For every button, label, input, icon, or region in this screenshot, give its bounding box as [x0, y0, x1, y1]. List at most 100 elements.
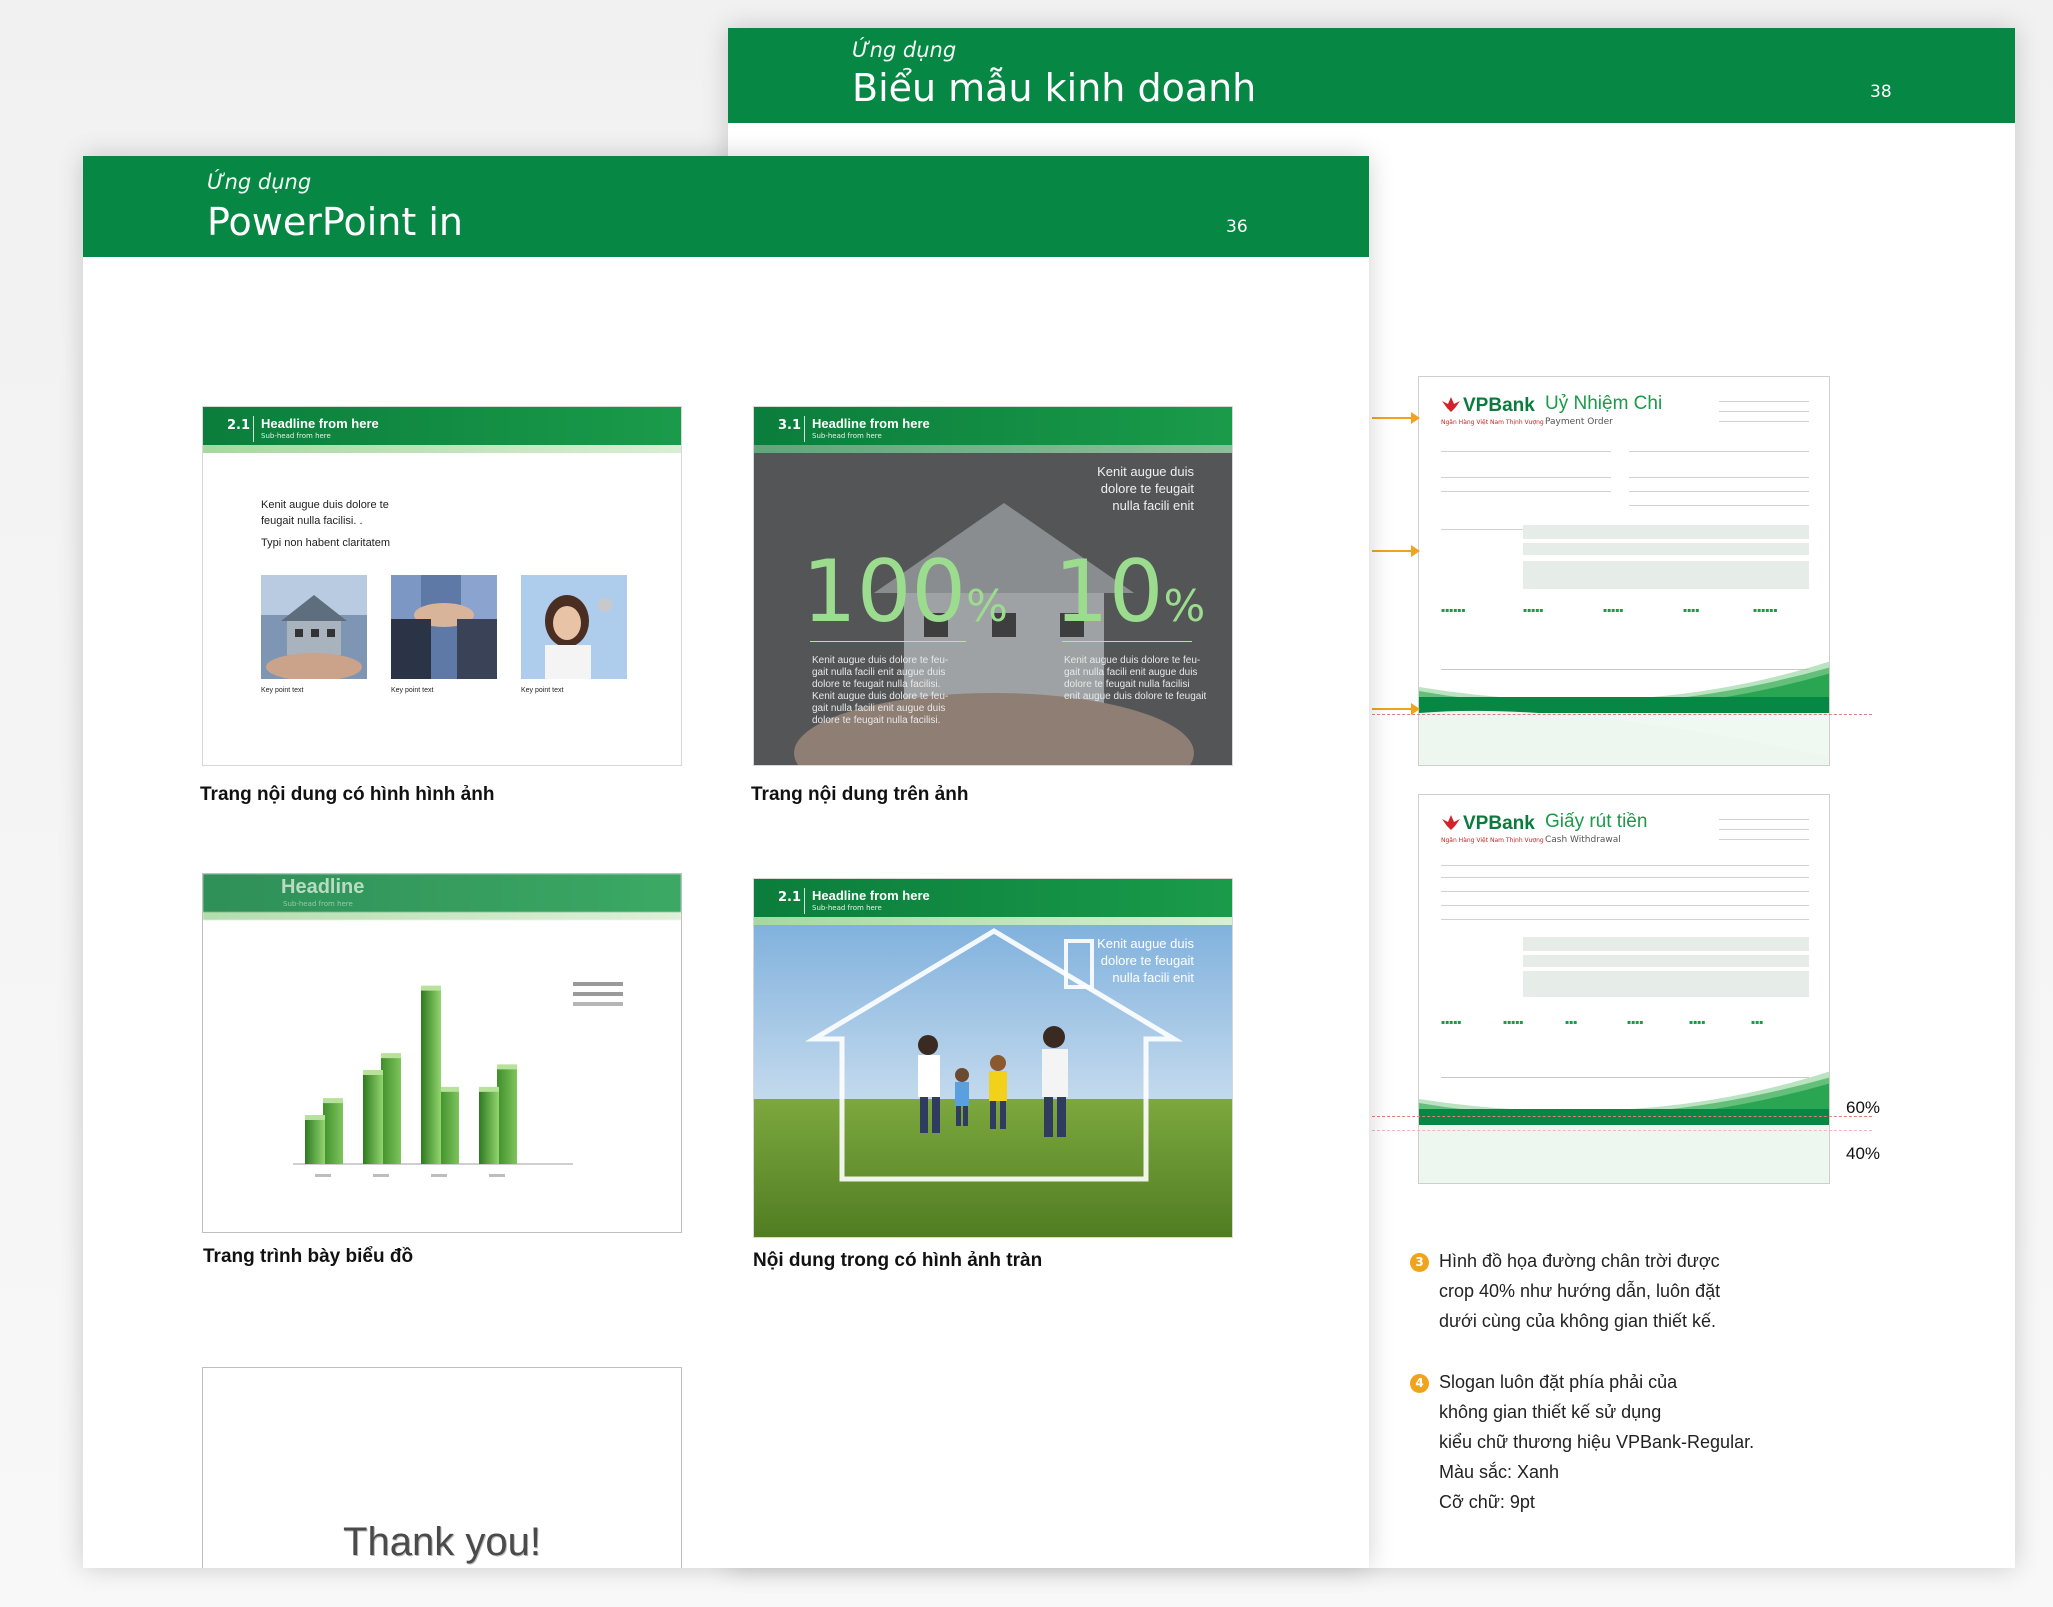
chart-bar-cap — [439, 1086, 459, 1092]
woman-with-keys-image — [521, 575, 627, 679]
slide-subhead: Sub-head from here — [812, 432, 882, 440]
page-number: 36 — [1226, 217, 1248, 237]
brand-sub: Ngân Hàng Việt Nam Thịnh Vượng — [1441, 419, 1544, 426]
page-title: Biểu mẫu kinh doanh — [852, 66, 1257, 110]
col-text-line: Kenit augue duis dolore te feu- — [812, 691, 949, 702]
chart-bar-cap — [305, 1115, 325, 1120]
note-3-badge: 3 — [1410, 1253, 1429, 1272]
corner-text-line: Kenit augue duis — [1097, 464, 1194, 479]
note-3-line: Hình đồ họa đường chân trời được — [1439, 1251, 1720, 1271]
chart-bar — [421, 989, 441, 1164]
stat-100: 100% — [802, 549, 1008, 650]
note-4-line: Màu sắc: Xanh — [1439, 1462, 1560, 1482]
note-4: Slogan luôn đặt phía phải của không gian… — [1439, 1367, 1754, 1517]
corner-text-line: Kenit augue duis — [1097, 936, 1194, 951]
page-number: 38 — [1870, 82, 1892, 102]
vpbank-logo-icon — [1442, 815, 1460, 830]
document-spread: Ứng dụng Biểu mẫu kinh doanh 38 VPBank N… — [0, 0, 2053, 1607]
guide-arrow-3 — [1372, 703, 1420, 715]
horizon-graphic — [1419, 661, 1829, 765]
back-page-header: Ứng dụng Biểu mẫu kinh doanh 38 — [728, 28, 2015, 123]
chart-tick-label — [489, 1174, 505, 1177]
corner-text: Kenit augue duis dolore te feugait nulla… — [1097, 463, 1194, 514]
slide-headline: Headline — [281, 876, 365, 898]
corner-text-line: nulla facili enit — [1112, 970, 1194, 985]
slide-subhead: Sub-head from here — [812, 904, 882, 912]
chart-bar-cap — [381, 1053, 401, 1059]
slide-content-images: 2.1 Headline from here Sub-head from her… — [202, 406, 682, 766]
slide-body-line: Kenit augue duis dolore te — [261, 499, 389, 511]
vpbank-logo-icon — [1442, 397, 1460, 412]
page-title: PowerPoint in — [207, 200, 463, 244]
slide-headline: Headline from here — [261, 416, 379, 431]
slide-number: 2.1 — [227, 418, 251, 433]
col-text-line: gait nulla facili enit augue duis — [1064, 667, 1198, 678]
col-text-line: Kenit augue duis dolore te feu- — [812, 655, 949, 666]
payment-order-form: VPBank Ngân Hàng Việt Nam Thịnh Vượng Uỷ… — [1418, 376, 1830, 766]
note-3: Hình đồ họa đường chân trời được crop 40… — [1439, 1246, 1720, 1336]
handshake-image — [391, 575, 497, 679]
chart-bar — [305, 1119, 325, 1164]
note-3-line: dưới cùng của không gian thiết kế. — [1439, 1311, 1717, 1331]
col-text-line: Kenit augue duis dolore te feu- — [1064, 655, 1201, 666]
guide-dash-3 — [1372, 1130, 1872, 1131]
note-4-line: Slogan luôn đặt phía phải của — [1439, 1372, 1678, 1392]
note-3-line: crop 40% như hướng dẫn, luôn đặt — [1439, 1281, 1721, 1301]
note-4-line: không gian thiết kế sử dụng — [1439, 1402, 1662, 1422]
chart-tick-label — [431, 1174, 447, 1177]
section-label: Ứng dụng — [852, 38, 957, 62]
slide-subhead: Sub-head from here — [261, 432, 331, 440]
front-page-header: Ứng dụng PowerPoint in 36 — [83, 156, 1369, 257]
house-in-hands-image — [261, 575, 367, 679]
slide-content-on-image: 3.1 Headline from here Sub-head from her… — [753, 406, 1233, 766]
cash-withdrawal-form: VPBank Ngân Hàng Việt Nam Thịnh Vượng Gi… — [1418, 794, 1830, 1184]
brand-sub: Ngân Hàng Việt Nam Thịnh Vượng — [1441, 837, 1544, 844]
col-text-line: dolore te feugait nulla facilisi. — [812, 679, 941, 690]
horizon-graphic — [1419, 1071, 1829, 1183]
slide-thank-you: Thank you! — [202, 1367, 682, 1568]
chart-bar — [381, 1057, 401, 1164]
stat-col-1: Kenit augue duis dolore te feu- gait nul… — [812, 655, 948, 727]
note-4-line: Cỡ chữ: 9pt — [1439, 1492, 1535, 1512]
form-title: Uỷ Nhiệm Chi — [1545, 393, 1663, 414]
slide-full-bleed-image: 2.1 Headline from here Sub-head from her… — [753, 878, 1233, 1238]
guide-dash-1 — [1372, 714, 1872, 715]
label-60-percent: 60% — [1846, 1098, 1881, 1117]
brand-name: VPBank — [1463, 813, 1535, 834]
corner-text: Kenit augue duis dolore te feugait nulla… — [1097, 935, 1194, 986]
slide-caption: Trang nội dung có hình hình ảnh — [200, 784, 495, 805]
chart-bar-cap — [323, 1098, 343, 1104]
chart-bar — [479, 1090, 499, 1164]
note-4-badge: 4 — [1410, 1374, 1429, 1393]
chart-bar — [439, 1090, 459, 1164]
key-point-label: Key point text — [521, 687, 564, 694]
key-point-label: Key point text — [391, 687, 434, 694]
chart-bar-cap — [497, 1064, 517, 1070]
form-title: Giấy rút tiền — [1545, 811, 1648, 832]
section-label: Ứng dụng — [207, 170, 312, 194]
guide-dash-2 — [1372, 1116, 1872, 1117]
chart-bar-cap — [479, 1086, 499, 1092]
chart-bar — [363, 1074, 383, 1164]
col-text-line: dolore te feugait nulla facilisi. — [812, 715, 941, 726]
family-field-background — [754, 879, 1232, 1237]
slide-subhead: Sub-head from here — [283, 900, 353, 908]
slide-headline: Headline from here — [812, 416, 930, 431]
key-point-label: Key point text — [261, 687, 304, 694]
stat-value: 10 — [1054, 542, 1164, 642]
slide-number: 3.1 — [778, 418, 802, 433]
form-subtitle: Cash Withdrawal — [1545, 835, 1621, 845]
slide-headline: Headline from here — [812, 888, 930, 903]
percent-sign: % — [1163, 581, 1206, 632]
slide-number: 2.1 — [778, 890, 802, 905]
col-text-line: enit augue duis dolore te feugait — [1064, 691, 1207, 702]
guide-arrow-2 — [1372, 545, 1420, 557]
front-page: Ứng dụng PowerPoint in 36 2.1 Headline f… — [83, 156, 1369, 1568]
col-text-line: dolore te feugait nulla facilisi — [1064, 679, 1190, 690]
thank-you-text: Thank you! — [343, 1520, 541, 1564]
corner-text-line: dolore te feugait — [1100, 953, 1194, 968]
chart-tick-label — [315, 1174, 331, 1177]
note-4-line: kiểu chữ thương hiệu VPBank-Regular. — [1439, 1432, 1755, 1452]
stat-10: 10% — [1054, 549, 1205, 650]
chart-tick-label — [373, 1174, 389, 1177]
